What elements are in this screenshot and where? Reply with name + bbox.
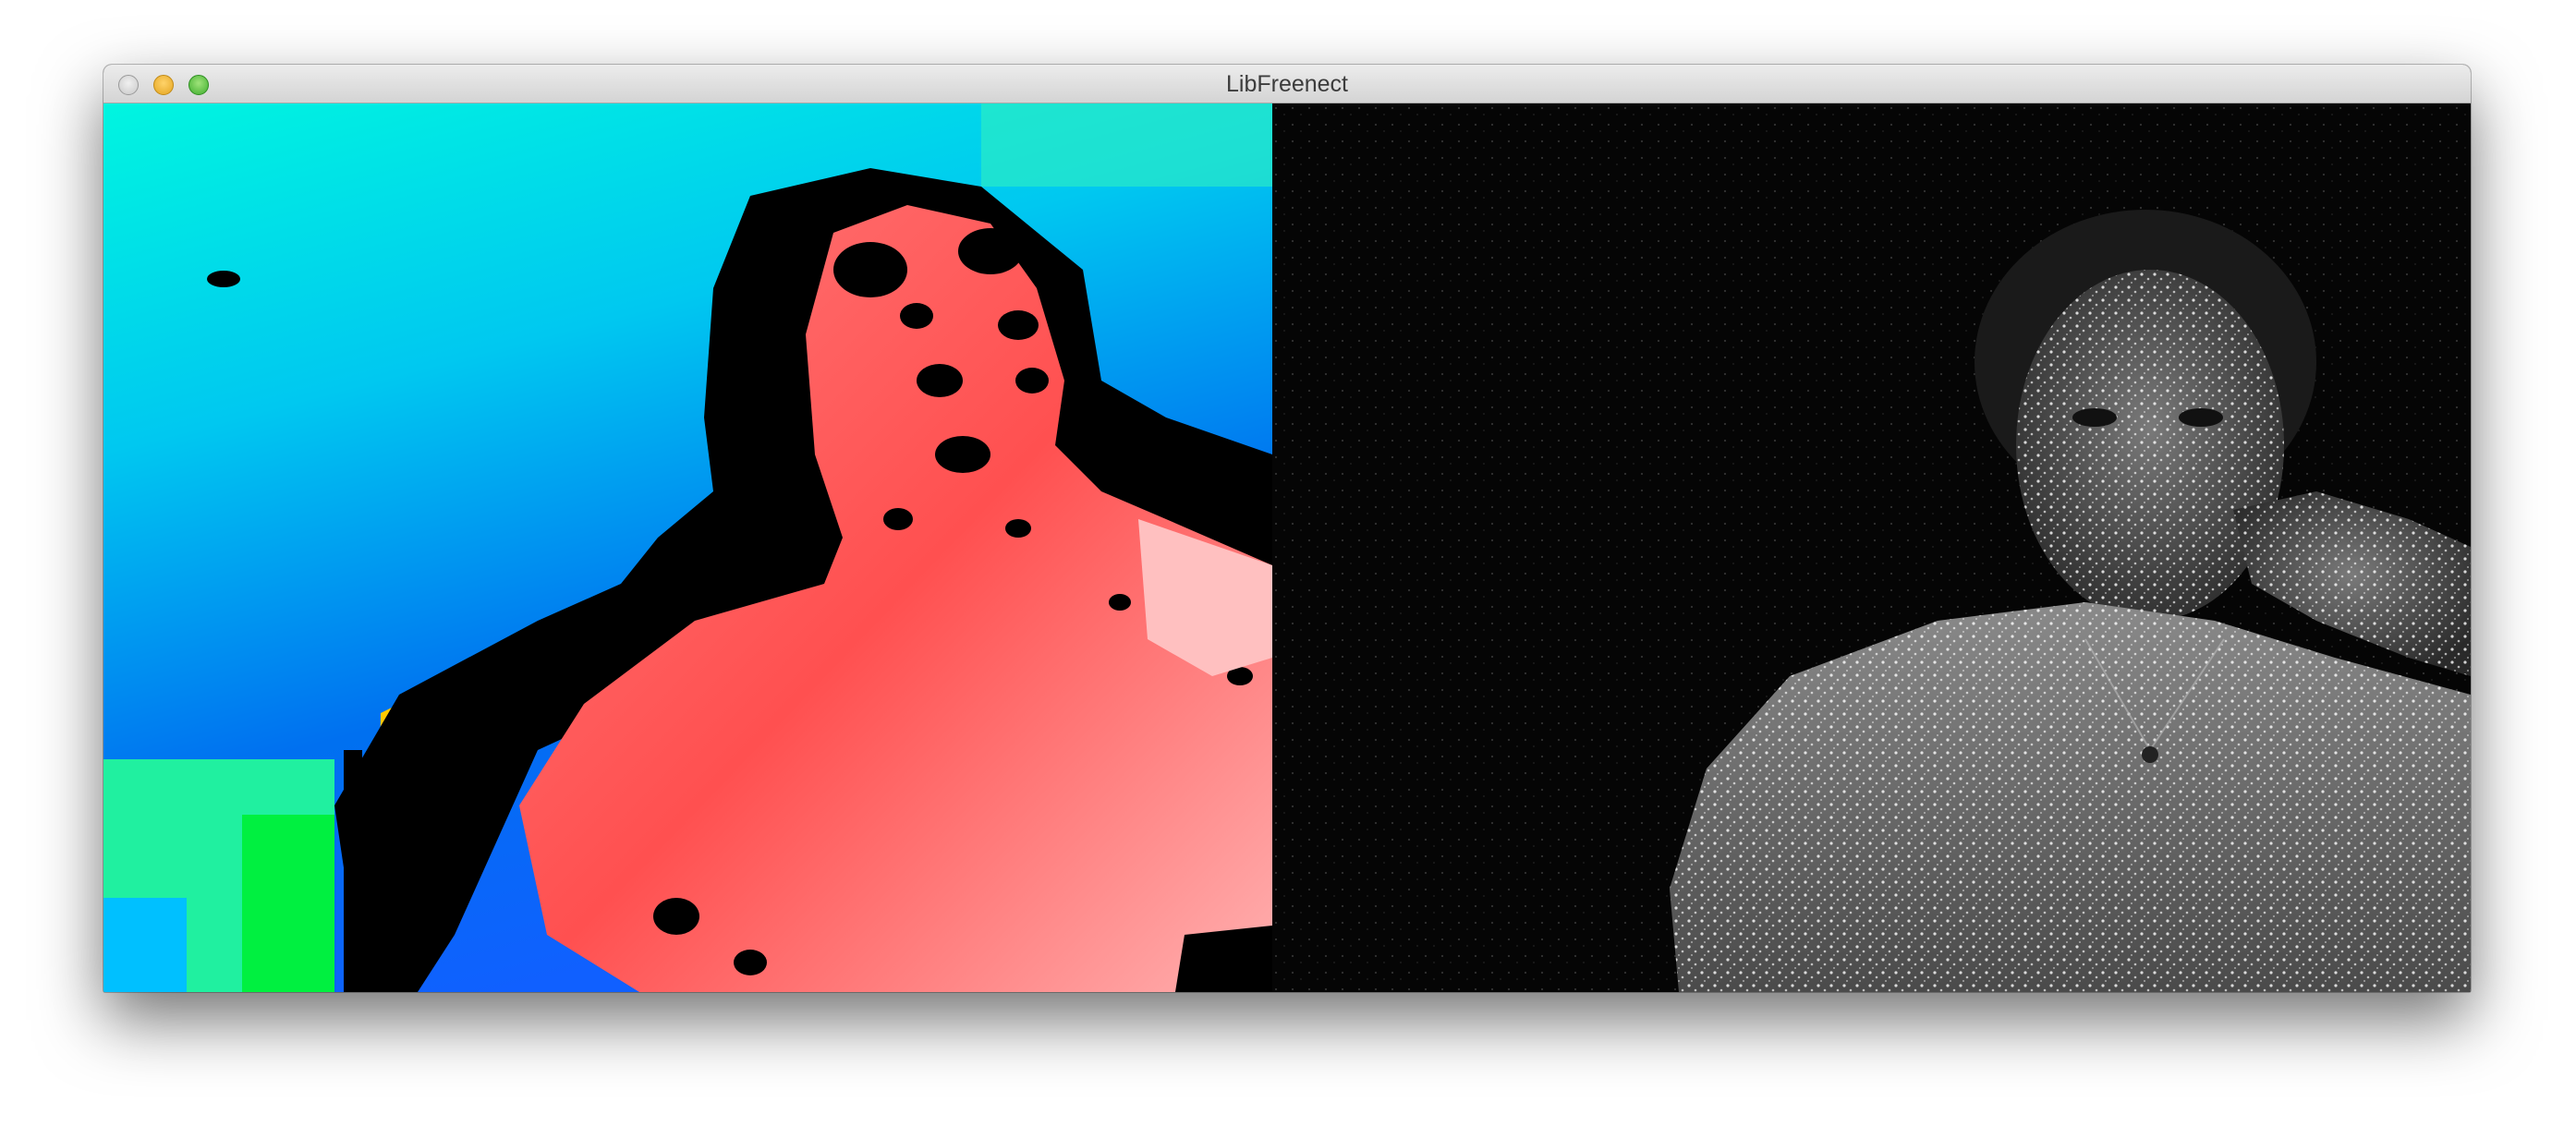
title-bar[interactable]: LibFreenect (103, 65, 2471, 103)
video-content (103, 103, 2471, 992)
depth-view (103, 103, 1272, 992)
window-title: LibFreenect (1225, 71, 1349, 97)
app-window: LibFreenect (103, 65, 2471, 992)
ir-view (1272, 103, 2471, 992)
depth-image (103, 103, 1272, 992)
infrared-image (1272, 103, 2471, 992)
